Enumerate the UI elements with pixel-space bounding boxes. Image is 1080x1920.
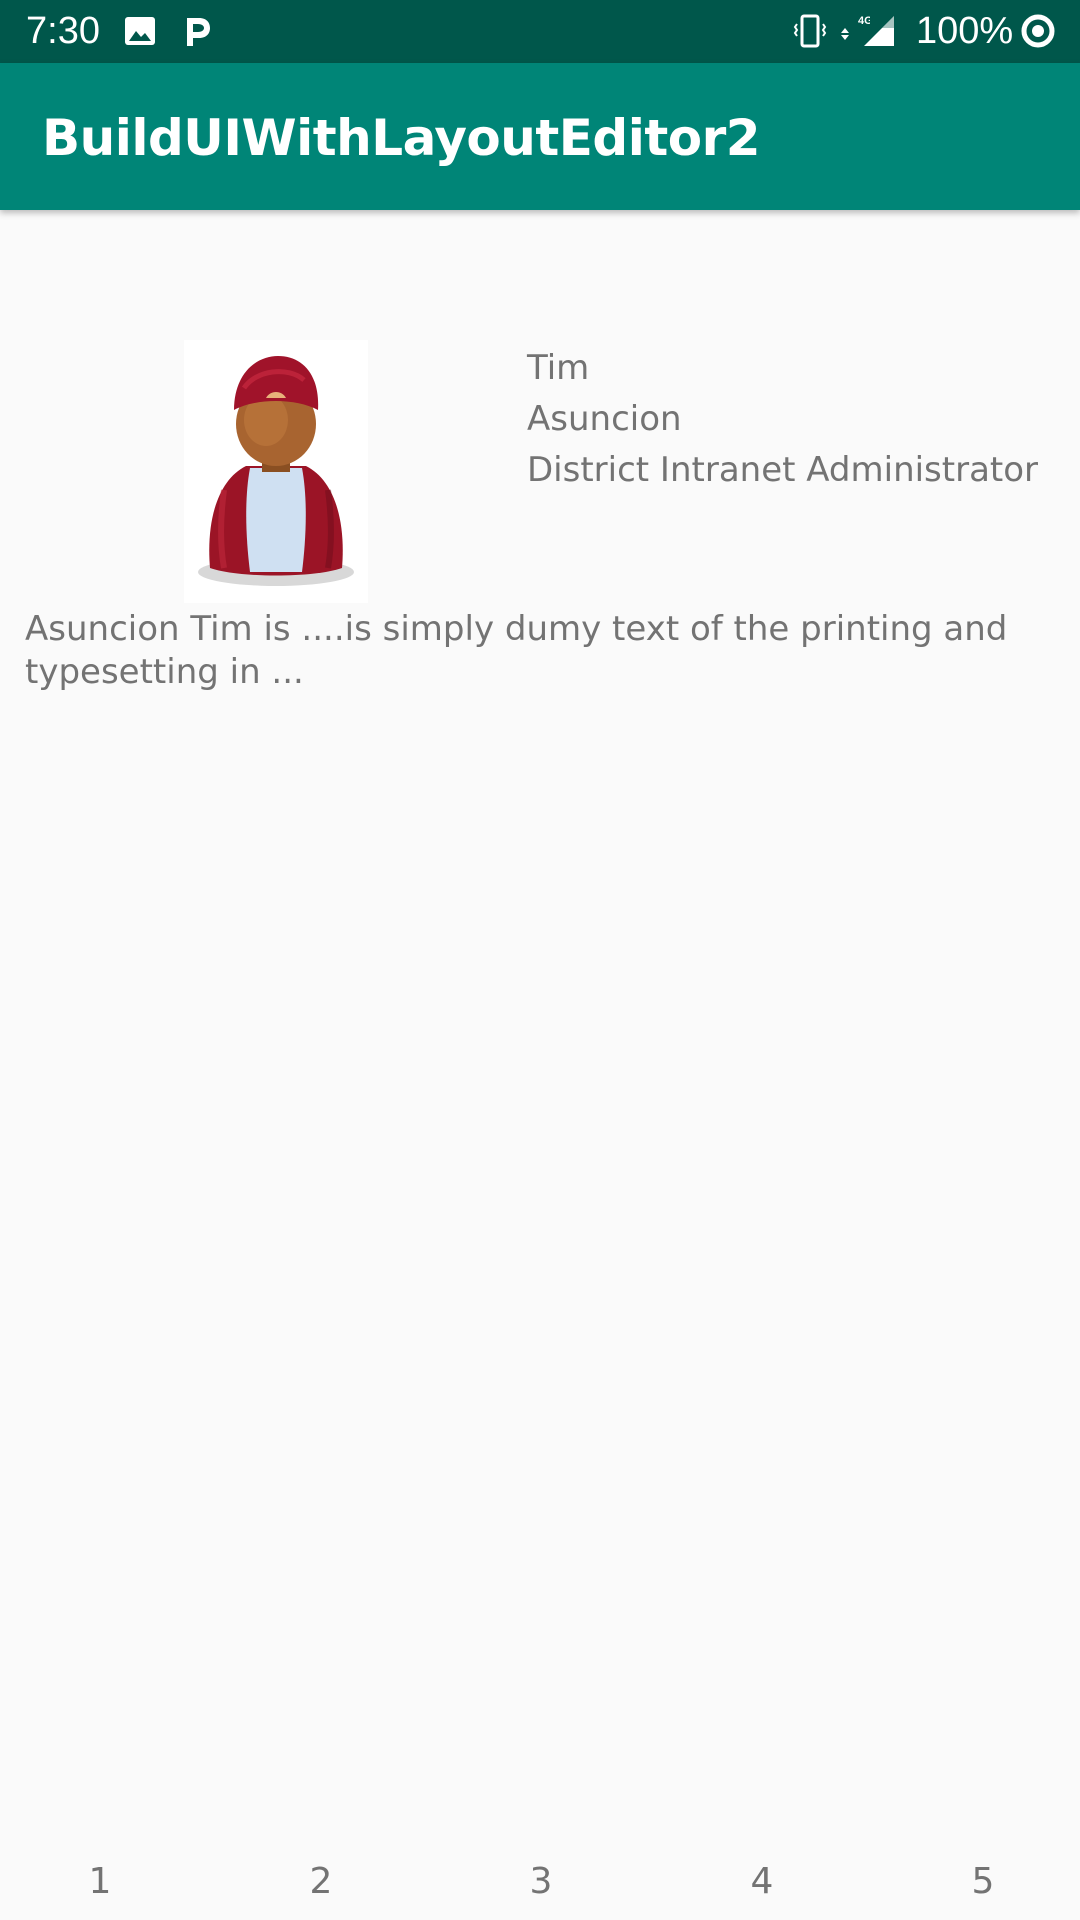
app-screen: 7:30 4G+ 100% BuildUIWith xyxy=(0,0,1080,1920)
last-name-text: Asuncion xyxy=(527,399,682,439)
first-name-text: Tim xyxy=(527,348,590,388)
vibrate-icon xyxy=(793,14,827,48)
signal-icon xyxy=(864,16,894,46)
user-avatar-icon xyxy=(198,356,354,586)
profile-avatar xyxy=(184,340,368,603)
status-bar: 7:30 4G+ 100% xyxy=(0,0,1080,63)
role-text: District Intranet Administrator xyxy=(527,450,1039,490)
pager-item-4[interactable]: 4 xyxy=(732,1858,792,1906)
status-time: 7:30 xyxy=(26,10,100,52)
pager-row: 1 2 3 4 5 xyxy=(0,1858,1080,1908)
pager-item-3[interactable]: 3 xyxy=(511,1858,571,1906)
bio-text: Asuncion Tim is ....is simply dumy text … xyxy=(25,609,1008,692)
sync-icon xyxy=(1021,14,1055,48)
app-title: BuildUIWithLayoutEditor2 xyxy=(42,109,761,167)
pager-item-2[interactable]: 2 xyxy=(291,1858,351,1906)
pager-item-5[interactable]: 5 xyxy=(953,1858,1013,1906)
image-icon xyxy=(125,17,155,45)
pager-item-1[interactable]: 1 xyxy=(70,1858,130,1906)
app-bar: BuildUIWithLayoutEditor2 xyxy=(0,63,1080,210)
parking-icon xyxy=(187,18,210,46)
battery-percent: 100% xyxy=(916,10,1014,52)
